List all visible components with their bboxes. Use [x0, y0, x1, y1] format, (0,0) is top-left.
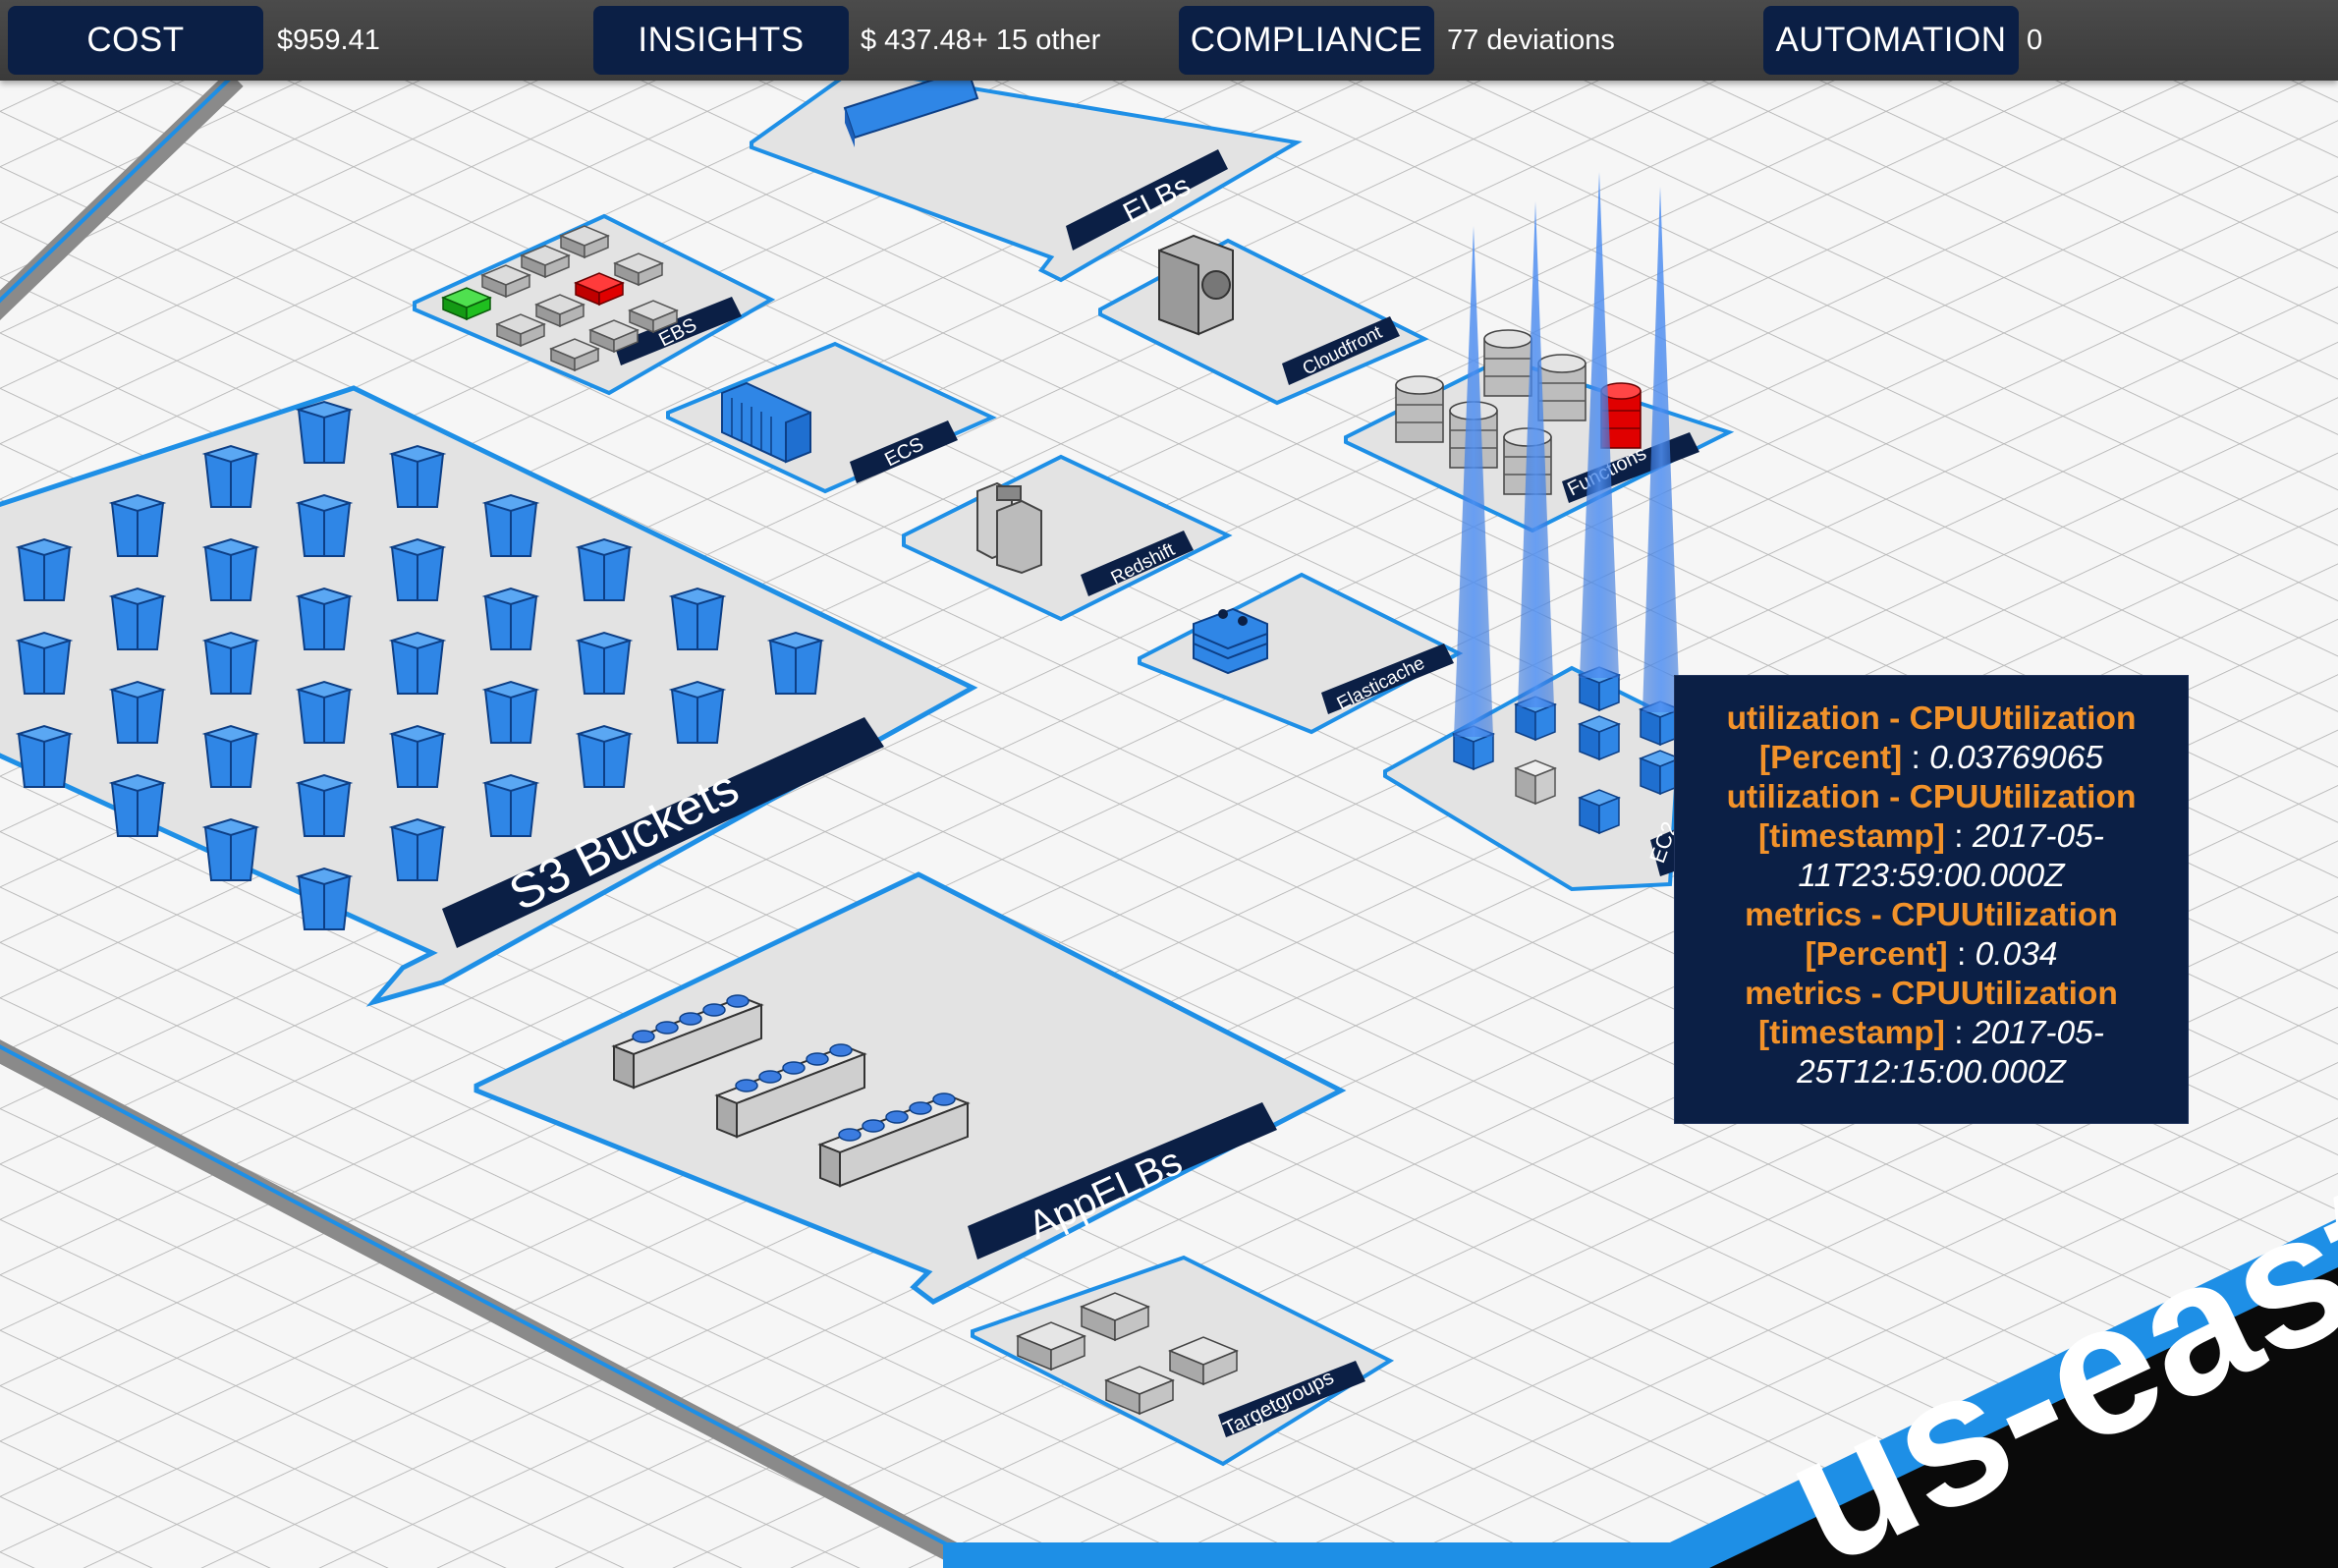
compliance-value: 77 deviations — [1447, 24, 1615, 56]
cloudfront-icon — [1158, 234, 1234, 336]
metrics-tooltip: utilization - CPUUtilization [Percent] :… — [1674, 675, 2189, 1124]
automation-value: 0 — [2027, 24, 2043, 56]
top-bar: COST $959.41 INSIGHTS $ 437.48+ 15 other… — [0, 0, 2338, 81]
tooltip-row: metrics - CPUUtilization [Percent] : 0.0… — [1745, 897, 2118, 973]
cost-value: $959.41 — [277, 24, 380, 56]
compliance-button[interactable]: COMPLIANCE — [1179, 6, 1434, 75]
insights-button[interactable]: INSIGHTS — [593, 6, 849, 75]
tooltip-key: metrics - CPUUtilization [Percent] — [1745, 897, 2118, 973]
tooltip-row: utilization - CPUUtilization [timestamp]… — [1726, 779, 2137, 894]
tooltip-row: metrics - CPUUtilization [timestamp] : 2… — [1745, 976, 2118, 1091]
cost-button[interactable]: COST — [8, 6, 263, 75]
tooltip-value: 0.034 — [1975, 936, 2058, 973]
automation-button[interactable]: AUTOMATION — [1763, 6, 2019, 75]
elasticache-icon — [1193, 607, 1268, 675]
insights-value: $ 437.48+ 15 other — [861, 24, 1101, 56]
tooltip-row: utilization - CPUUtilization [Percent] :… — [1726, 700, 2137, 776]
tooltip-value: 0.03769065 — [1929, 740, 2104, 776]
